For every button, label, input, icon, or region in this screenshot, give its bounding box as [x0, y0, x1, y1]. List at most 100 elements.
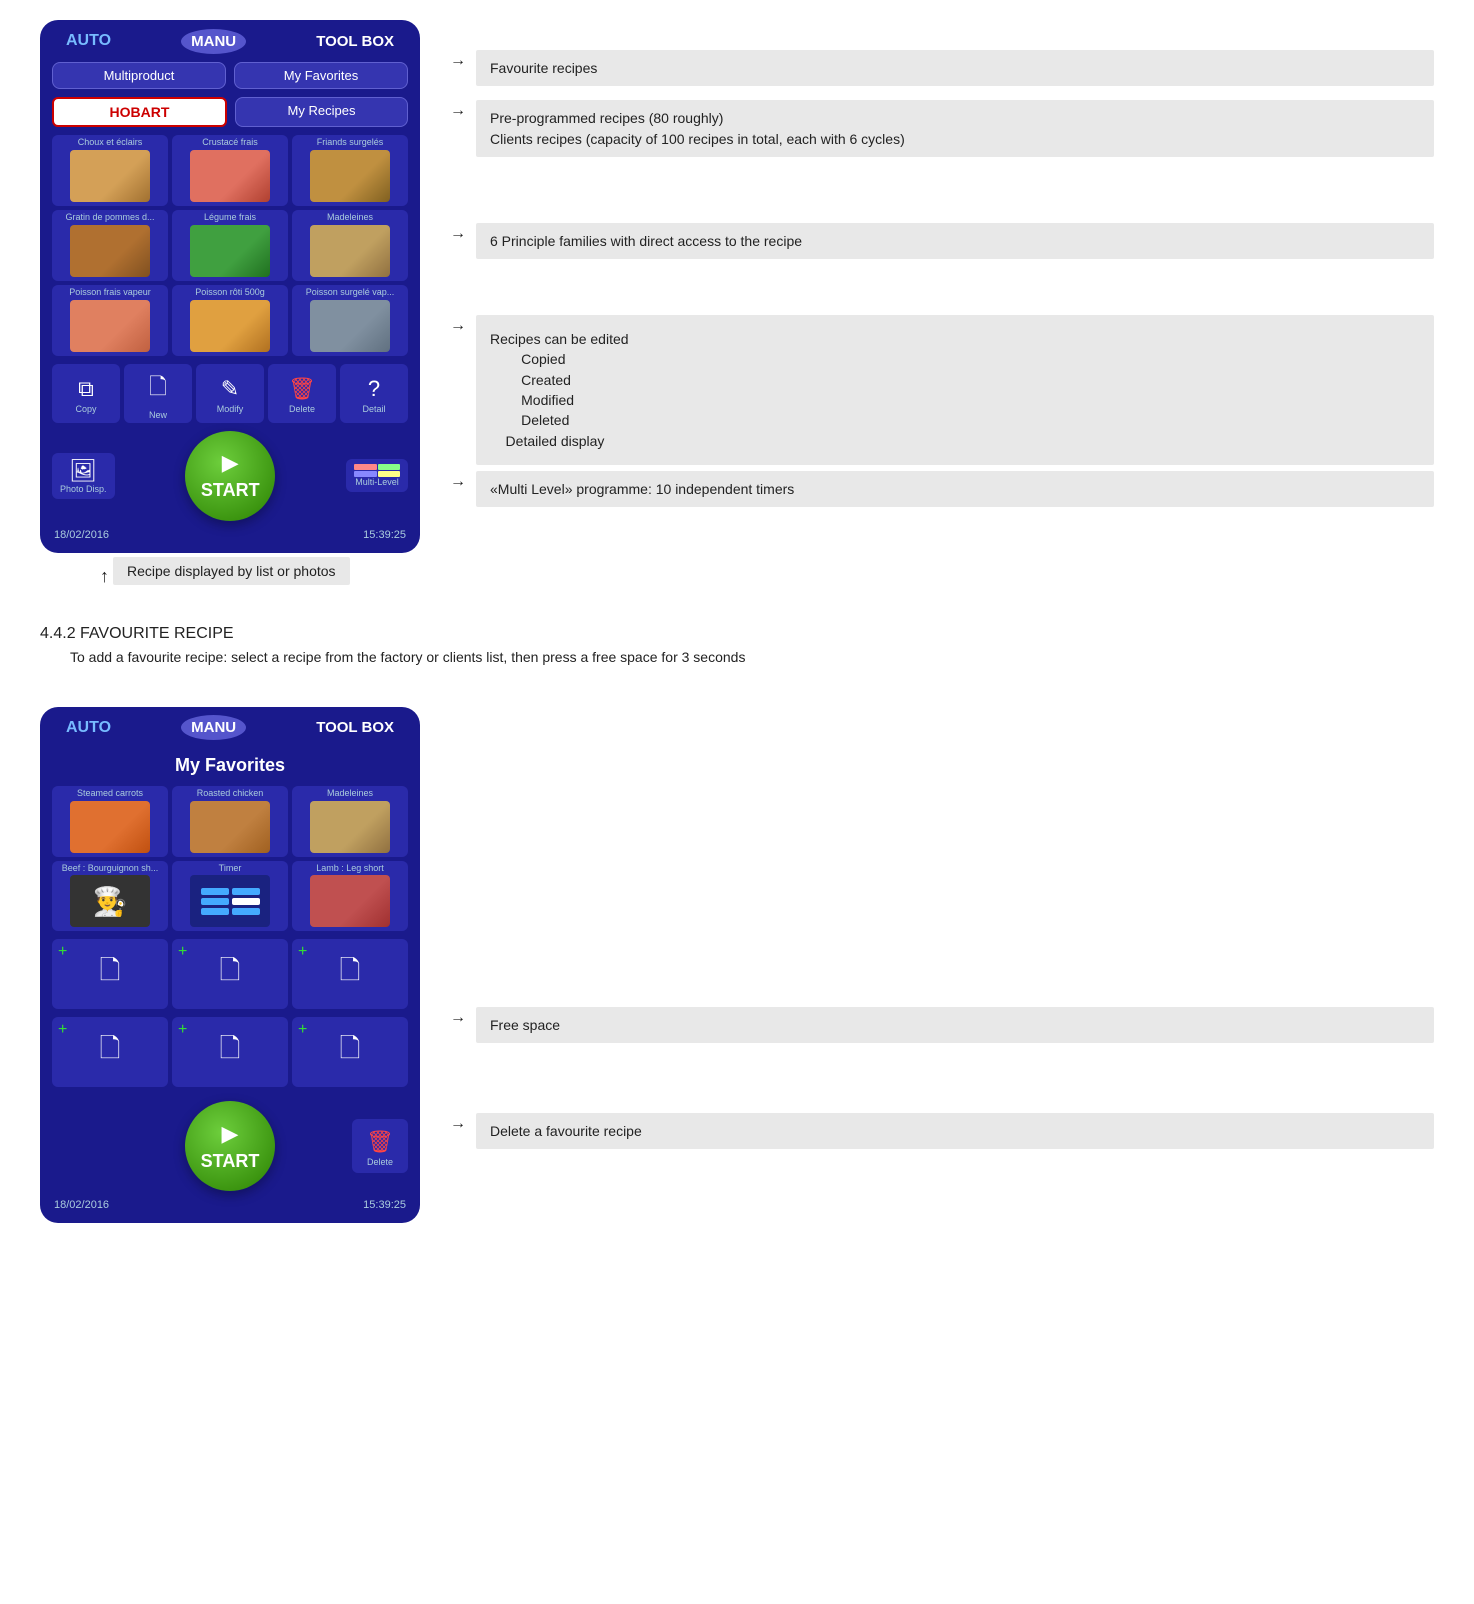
- multilevel-label: Multi-Level: [355, 477, 399, 487]
- fav-carrots-label: Steamed carrots: [77, 789, 143, 799]
- fav-delete-icon: 🗑: [366, 1129, 394, 1155]
- fav-img-timer: [190, 875, 270, 927]
- photo-disp-btn[interactable]: 🖼 Photo Disp.: [52, 453, 115, 499]
- annotation-row-0: → Favourite recipes: [450, 50, 1434, 86]
- arrow-0: →: [450, 52, 468, 70]
- plus-icon-5: +: [178, 1021, 187, 1039]
- delete-btn[interactable]: 🗑 Delete: [268, 364, 336, 423]
- fav-delete-btn[interactable]: 🗑 Delete: [352, 1119, 408, 1173]
- bottom-annotation-box-1: Delete a favourite recipe: [476, 1113, 1434, 1149]
- hobart-logo[interactable]: HOBART: [52, 97, 227, 127]
- fav-carrots[interactable]: Steamed carrots: [52, 786, 168, 857]
- grid-item-choux[interactable]: Choux et éclairs: [52, 135, 168, 206]
- detail-btn[interactable]: ? Detail: [340, 364, 408, 423]
- start-label-1: START: [201, 480, 260, 501]
- annotation-box-0: Favourite recipes: [476, 50, 1434, 86]
- start-btn-1[interactable]: ▶ START: [185, 431, 275, 521]
- plus-icon-3: +: [298, 943, 307, 961]
- page-root: AUTO MANU TOOL BOX Multiproduct My Favor…: [40, 20, 1434, 1223]
- fav-img-chicken: [190, 801, 270, 853]
- grid-img-poisson1: [70, 300, 150, 352]
- device-2: AUTO MANU TOOL BOX My Favorites Steamed …: [40, 707, 420, 1224]
- fav-free-grid-1: + 🗋 + 🗋 + 🗋: [40, 935, 420, 1013]
- modify-btn[interactable]: ✎ Modify: [196, 364, 264, 423]
- grid-item-poisson2[interactable]: Poisson rôti 500g: [172, 285, 288, 356]
- grid-item-legume[interactable]: Légume frais: [172, 210, 288, 281]
- section-desc: To add a favourite recipe: select a reci…: [70, 649, 1434, 665]
- device-1-footer: 18/02/2016 15:39:25: [40, 525, 420, 543]
- copy-label: Copy: [75, 404, 96, 414]
- my-recipes-btn[interactable]: My Recipes: [235, 97, 408, 127]
- new-btn[interactable]: 🗋 New: [124, 364, 192, 423]
- grid-img-crustace: [190, 150, 270, 202]
- tab-manu[interactable]: MANU: [181, 29, 246, 54]
- fav-timer-label: Timer: [219, 864, 242, 874]
- start-btn-2[interactable]: ▶ START: [185, 1101, 275, 1191]
- bottom-annotation-1: → Delete a favourite recipe: [450, 1113, 1434, 1149]
- grid-item-poisson3[interactable]: Poisson surgelé vap...: [292, 285, 408, 356]
- free-space-1[interactable]: + 🗋: [52, 939, 168, 1009]
- free-space-3[interactable]: + 🗋: [292, 939, 408, 1009]
- bottom-arrow-1: →: [450, 1115, 468, 1133]
- grid-img-friands: [310, 150, 390, 202]
- tab-manu-2[interactable]: MANU: [181, 715, 246, 740]
- free-space-4[interactable]: + 🗋: [52, 1017, 168, 1087]
- free-space-5[interactable]: + 🗋: [172, 1017, 288, 1087]
- copy-btn[interactable]: ⧉ Copy: [52, 364, 120, 423]
- grid-item-crustace[interactable]: Crustacé frais: [172, 135, 288, 206]
- multiproduct-btn[interactable]: Multiproduct: [52, 62, 226, 89]
- fav-chicken[interactable]: Roasted chicken: [172, 786, 288, 857]
- delete-label: Delete: [289, 404, 315, 414]
- grid-item-friands[interactable]: Friands surgelés: [292, 135, 408, 206]
- detail-label: Detail: [362, 404, 385, 414]
- my-favorites-btn[interactable]: My Favorites: [234, 62, 408, 89]
- new-label: New: [149, 410, 167, 420]
- grid-item-gratin[interactable]: Gratin de pommes d...: [52, 210, 168, 281]
- annotation-row-3: → Recipes can be edited Copied Created M…: [450, 315, 1434, 465]
- fav-img-lamb: [310, 875, 390, 927]
- section-title-area: 4.4.2 FAVOURITE RECIPE To add a favourit…: [40, 615, 1434, 677]
- modify-icon: ✎: [221, 376, 239, 402]
- plus-icon-1: +: [58, 943, 67, 961]
- modify-label: Modify: [217, 404, 244, 414]
- photo-label: Photo Disp.: [60, 484, 107, 494]
- bottom-annotation-box-0: Free space: [476, 1007, 1434, 1043]
- page-icon-2: 🗋: [220, 952, 241, 996]
- section-title: 4.4.2 FAVOURITE RECIPE: [40, 625, 1434, 643]
- detail-icon: ?: [368, 376, 380, 402]
- fav-timer[interactable]: Timer: [172, 861, 288, 932]
- free-space-6[interactable]: + 🗋: [292, 1017, 408, 1087]
- plus-icon-6: +: [298, 1021, 307, 1039]
- tab-toolbox-2[interactable]: TOOL BOX: [306, 715, 404, 740]
- bottom-section: AUTO MANU TOOL BOX My Favorites Steamed …: [40, 707, 1434, 1224]
- device-1-bottom-row: 🖼 Photo Disp. ▶ START: [40, 427, 420, 525]
- tab-auto-2[interactable]: AUTO: [56, 715, 121, 741]
- device-1-date: 18/02/2016: [54, 529, 109, 541]
- grid-item-gratin-label: Gratin de pommes d...: [65, 213, 154, 223]
- multilevel-btn[interactable]: Multi-Level: [346, 459, 408, 492]
- tab-auto[interactable]: AUTO: [56, 28, 121, 54]
- fav-madeleines[interactable]: Madeleines: [292, 786, 408, 857]
- device-2-footer: 18/02/2016 15:39:25: [40, 1195, 420, 1213]
- arrow-4: →: [450, 473, 468, 491]
- device-1-top-row: Multiproduct My Favorites: [40, 58, 420, 93]
- page-icon-6: 🗋: [340, 1030, 361, 1074]
- grid-img-poisson3: [310, 300, 390, 352]
- tab-toolbox[interactable]: TOOL BOX: [306, 29, 404, 54]
- bottom-arrow-0: →: [450, 1009, 468, 1027]
- free-space-2[interactable]: + 🗋: [172, 939, 288, 1009]
- device-1-second-row: HOBART My Recipes: [40, 93, 420, 131]
- fav-lamb[interactable]: Lamb : Leg short: [292, 861, 408, 932]
- device-2-date: 18/02/2016: [54, 1199, 109, 1211]
- grid-item-madeleines[interactable]: Madeleines: [292, 210, 408, 281]
- device-1-action-row: ⧉ Copy 🗋 New ✎ Modify 🗑 Delete: [40, 360, 420, 427]
- fav-chicken-label: Roasted chicken: [197, 789, 264, 799]
- fav-img-madeleines: [310, 801, 390, 853]
- play-icon-1: ▶: [222, 450, 239, 476]
- top-section: AUTO MANU TOOL BOX Multiproduct My Favor…: [40, 20, 1434, 585]
- grid-img-madeleines: [310, 225, 390, 277]
- grid-item-poisson1[interactable]: Poisson frais vapeur: [52, 285, 168, 356]
- grid-item-poisson2-label: Poisson rôti 500g: [195, 288, 265, 298]
- bottom-annotations: → Free space → Delete a favourite recipe: [450, 707, 1434, 1150]
- fav-beef[interactable]: Beef : Bourguignon sh... 👨‍🍳: [52, 861, 168, 932]
